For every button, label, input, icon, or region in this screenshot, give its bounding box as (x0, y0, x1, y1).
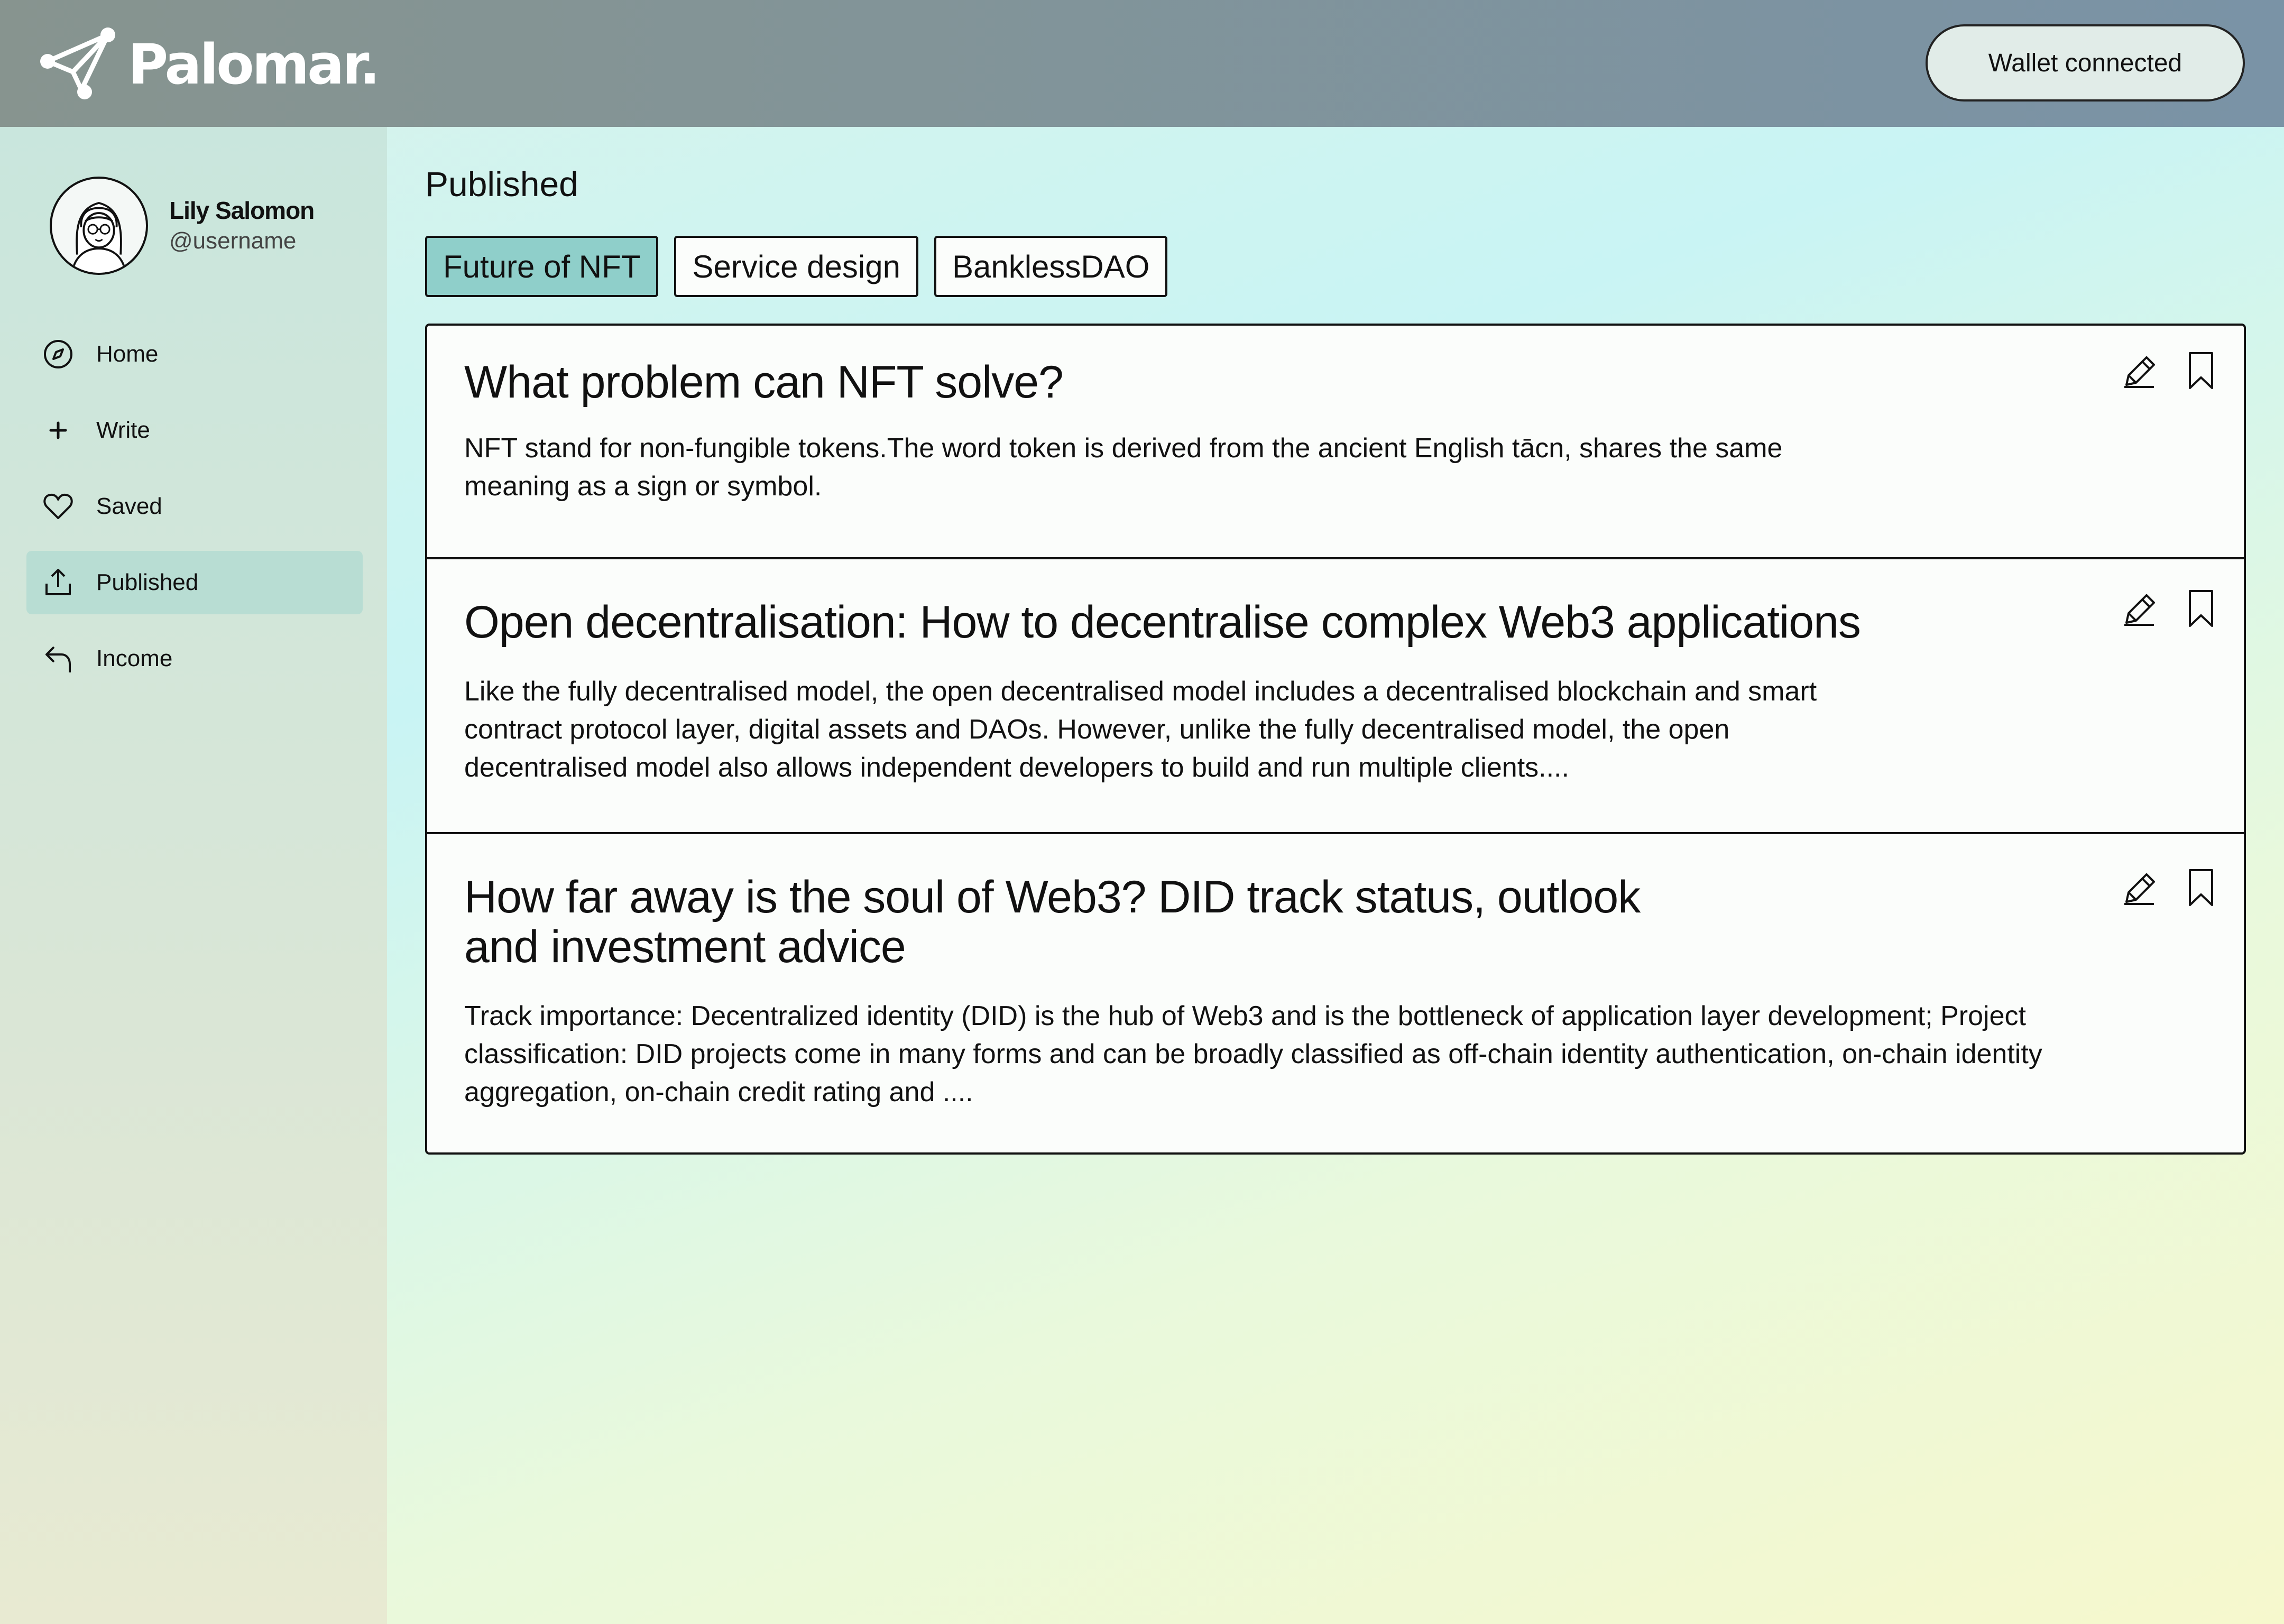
page-title: Published (425, 164, 578, 204)
brand-name: Palomar. (128, 32, 380, 97)
sidebar-item-label: Published (96, 569, 199, 595)
sidebar-item-label: Home (96, 341, 159, 367)
post-card[interactable]: What problem can NFT solve? NFT stand fo… (427, 326, 2244, 559)
bookmark-icon[interactable] (2180, 867, 2222, 908)
post-excerpt: Like the fully decentralised model, the … (464, 676, 1817, 783)
sidebar-item-home[interactable]: Home (26, 322, 363, 386)
topic-tabs: Future of NFT Service design BanklessDAO (425, 236, 1183, 297)
upload-icon (42, 567, 74, 598)
avatar[interactable] (50, 177, 148, 275)
sidebar-item-published[interactable]: Published (26, 551, 363, 614)
post-list: What problem can NFT solve? NFT stand fo… (425, 324, 2246, 1155)
edit-pencil-icon[interactable] (2119, 350, 2160, 391)
edit-pencil-icon[interactable] (2119, 588, 2160, 629)
bookmark-icon[interactable] (2180, 350, 2222, 391)
sidebar-item-income[interactable]: Income (26, 627, 363, 690)
tab-future-of-nft[interactable]: Future of NFT (425, 236, 659, 297)
post-title[interactable]: Open decentralisation: How to decentrali… (427, 559, 2244, 647)
user-profile[interactable]: Lily Salomon @username (50, 177, 315, 275)
bookmark-icon[interactable] (2180, 588, 2222, 629)
post-title[interactable]: What problem can NFT solve? (427, 326, 2244, 407)
tab-banklessdao[interactable]: BanklessDAO (934, 236, 1168, 297)
sidebar-nav: Home Write Saved Published Income (26, 322, 363, 703)
post-card[interactable]: Open decentralisation: How to decentrali… (427, 559, 2244, 834)
post-title[interactable]: How far away is the soul of Web3? DID tr… (427, 834, 1723, 972)
tab-service-design[interactable]: Service design (674, 236, 918, 297)
sidebar: Lily Salomon @username Home Write Saved … (0, 127, 387, 1624)
post-excerpt: NFT stand for non-fungible tokens.The wo… (464, 433, 1783, 502)
post-actions (2099, 588, 2222, 629)
reply-arrow-icon (42, 643, 74, 675)
sidebar-item-label: Saved (96, 493, 162, 519)
sidebar-item-label: Income (96, 645, 173, 671)
post-card[interactable]: How far away is the soul of Web3? DID tr… (427, 834, 2244, 1152)
post-actions (2099, 350, 2222, 391)
post-excerpt: Track importance: Decentralized identity… (464, 1001, 2042, 1108)
compass-icon (42, 338, 74, 370)
brand-logo[interactable]: Palomar. (38, 27, 380, 102)
paper-plane-logo-icon (38, 27, 117, 102)
sidebar-item-write[interactable]: Write (26, 399, 363, 462)
user-name: Lily Salomon (169, 197, 315, 224)
top-bar: Palomar. Wallet connected (0, 0, 2284, 127)
post-actions (2099, 867, 2222, 908)
heart-icon (42, 491, 74, 522)
sidebar-item-label: Write (96, 417, 150, 443)
user-handle: @username (169, 228, 297, 254)
sidebar-item-saved[interactable]: Saved (26, 475, 363, 538)
wallet-connected-button[interactable]: Wallet connected (1926, 24, 2245, 102)
edit-pencil-icon[interactable] (2119, 867, 2160, 908)
plus-icon (42, 414, 74, 446)
